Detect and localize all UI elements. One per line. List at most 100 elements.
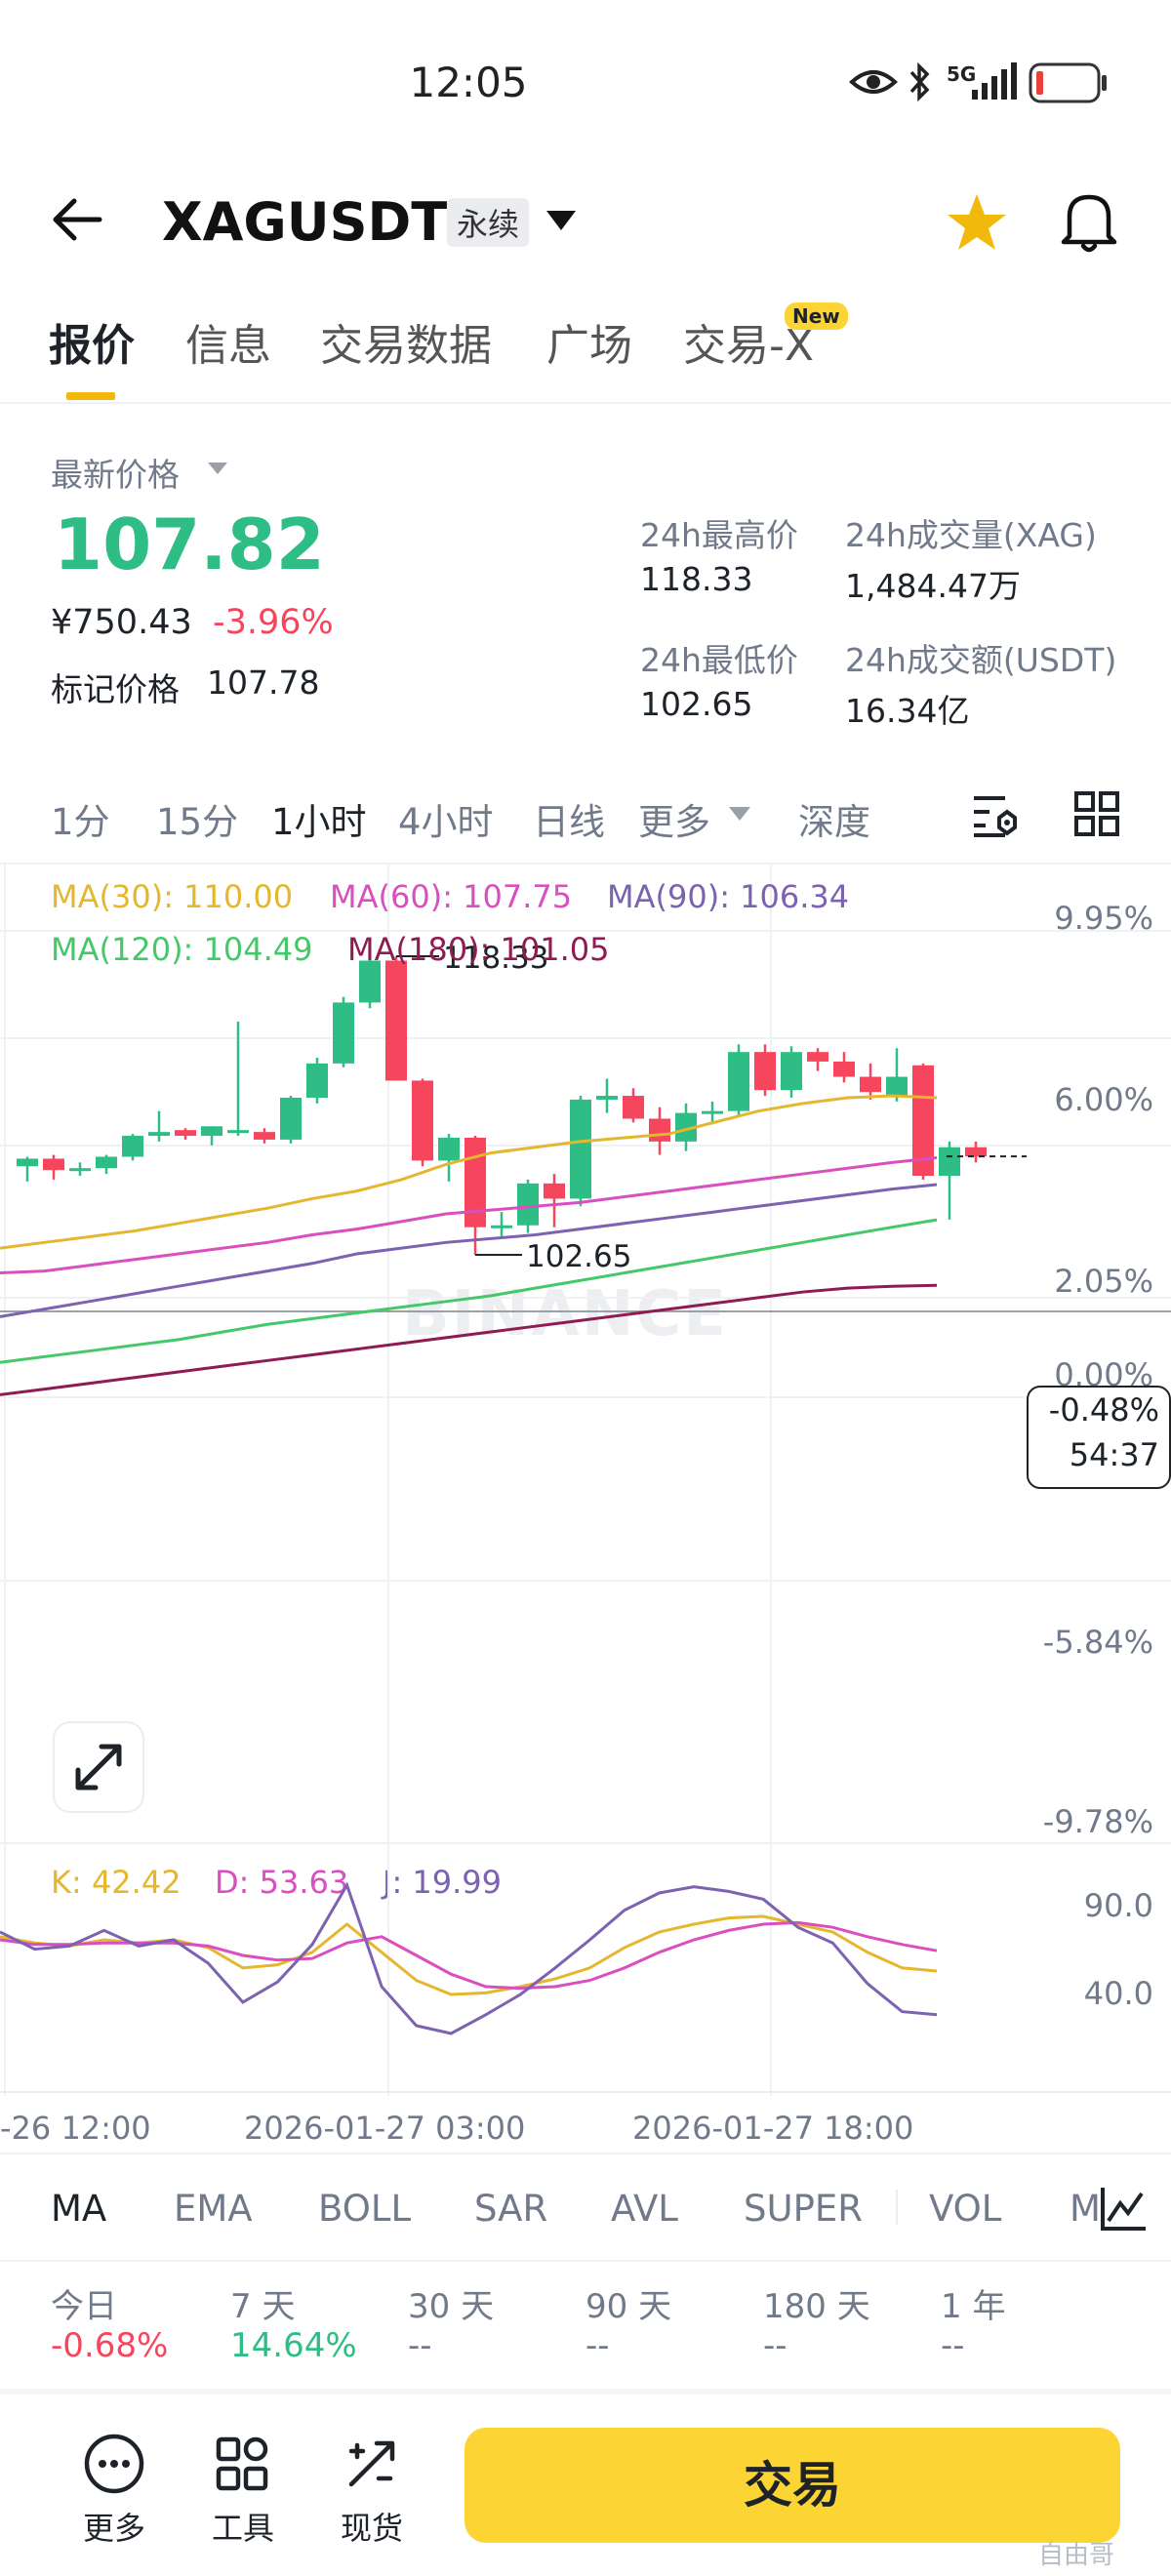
low-24h-label: 24h最低价 xyxy=(640,641,798,679)
price-change-pct: -3.96% xyxy=(213,603,334,642)
indicator-tab-sar[interactable]: SAR xyxy=(474,2188,547,2230)
kdj-chart[interactable] xyxy=(0,1842,1171,2096)
perf-label: 180 天 xyxy=(763,2287,870,2326)
candle-body xyxy=(754,1052,776,1091)
candle-body xyxy=(544,1183,565,1199)
tab-info[interactable]: 信息 xyxy=(185,310,271,373)
status-time: 12:05 xyxy=(409,59,528,106)
perf-value: 14.64% xyxy=(230,2326,357,2365)
indicator-separator xyxy=(896,2190,898,2225)
expand-chart-button[interactable] xyxy=(53,1721,144,1813)
ma90-label: MA(90): 106.34 xyxy=(607,878,850,915)
low-annotation: 102.65 xyxy=(526,1239,631,1274)
price-type-dropdown-icon[interactable] xyxy=(207,462,228,475)
candle-body xyxy=(306,1063,328,1098)
candle-body xyxy=(649,1118,670,1142)
eye-icon xyxy=(849,70,898,94)
indicator-tab-ma[interactable]: MA xyxy=(51,2188,106,2230)
xaxis-divider xyxy=(0,2153,1171,2154)
high-24h-label: 24h最高价 xyxy=(640,516,798,554)
candle-body xyxy=(227,1130,249,1134)
more-dropdown-icon[interactable] xyxy=(728,806,751,822)
candle-body xyxy=(96,1156,117,1169)
candle-body xyxy=(860,1076,881,1093)
ma30-label: MA(30): 110.00 xyxy=(51,878,294,915)
candle-body xyxy=(464,1137,486,1228)
symbol-dropdown-icon[interactable] xyxy=(545,209,578,232)
tab-square[interactable]: 广场 xyxy=(546,310,632,373)
candle-body xyxy=(596,1096,618,1100)
contract-type-badge: 永续 xyxy=(447,198,530,247)
perf-value: -0.68% xyxy=(51,2326,169,2365)
trade-button[interactable]: 交易 xyxy=(464,2428,1120,2543)
more-button[interactable]: 更多 xyxy=(70,2432,158,2549)
candle-body xyxy=(254,1132,275,1140)
y-tick: 2.05% xyxy=(1054,1263,1153,1300)
symbol-title[interactable]: XAGUSDT xyxy=(162,191,447,253)
chart-settings-icon[interactable] xyxy=(972,790,1021,839)
signal-icon xyxy=(972,62,1017,100)
x-tick: 2026-01-27 03:00 xyxy=(244,2110,526,2147)
volume-24h-value: 1,484.47万 xyxy=(845,567,1021,605)
indicator-settings-icon[interactable] xyxy=(1099,2184,1148,2233)
bluetooth-icon xyxy=(909,62,930,101)
tab-quote[interactable]: 报价 xyxy=(49,310,135,373)
perf-label: 7 天 xyxy=(230,2287,296,2326)
perf-label: 90 天 xyxy=(586,2287,672,2326)
perf-value: -- xyxy=(763,2326,787,2365)
interval-depth[interactable]: 深度 xyxy=(798,792,870,845)
layout-grid-icon[interactable] xyxy=(1073,790,1120,837)
candle-body xyxy=(438,1137,460,1161)
more-label: 更多 xyxy=(82,2510,145,2547)
spot-button[interactable]: 现货 xyxy=(328,2432,416,2549)
candle-body xyxy=(517,1183,539,1226)
candle-body xyxy=(939,1147,960,1177)
interval-1d[interactable]: 日线 xyxy=(533,792,605,845)
tabs-divider xyxy=(0,402,1171,404)
indicator-tab-ema[interactable]: EMA xyxy=(174,2188,253,2230)
back-arrow-icon[interactable] xyxy=(51,195,103,244)
turnover-24h-label: 24h成交额(USDT) xyxy=(845,641,1117,679)
candle-body xyxy=(491,1225,512,1228)
candle-body xyxy=(807,1052,828,1062)
corner-watermark: 自由哥 xyxy=(1038,2541,1115,2570)
interval-1h[interactable]: 1小时 xyxy=(271,792,367,845)
indicator-tab-boll[interactable]: BOLL xyxy=(318,2188,411,2230)
candle-countdown: 54:37 xyxy=(1069,1436,1159,1473)
volume-24h-label: 24h成交量(XAG) xyxy=(845,516,1097,554)
candle-body xyxy=(570,1099,591,1199)
interval-4h[interactable]: 4小时 xyxy=(398,792,494,845)
current-change-label: -0.48% xyxy=(1048,1391,1159,1429)
indicator-tab-super[interactable]: SUPER xyxy=(744,2188,863,2230)
y-tick: -9.78% xyxy=(1042,1803,1153,1840)
candle-body xyxy=(17,1158,38,1167)
tools-label: 工具 xyxy=(211,2510,274,2547)
candle-body xyxy=(148,1132,170,1137)
interval-more[interactable]: 更多 xyxy=(638,792,710,845)
indicator-tab-avl[interactable]: AVL xyxy=(611,2188,678,2230)
tab-trading-data[interactable]: 交易数据 xyxy=(320,310,492,373)
perf-value: -- xyxy=(941,2326,965,2365)
candle-body xyxy=(833,1061,855,1077)
last-price-label[interactable]: 最新价格 xyxy=(51,449,180,496)
ma180-label: MA(180): 101.05 xyxy=(347,931,610,968)
spot-label: 现货 xyxy=(340,2510,403,2547)
candle-body xyxy=(728,1052,749,1111)
candlestick-chart[interactable]: 118.33102.65 xyxy=(0,863,1171,1848)
bell-icon[interactable] xyxy=(1058,187,1120,256)
interval-15m[interactable]: 15分 xyxy=(156,792,238,845)
indicator-tab-vol[interactable]: VOL xyxy=(929,2188,1001,2230)
y-tick: 6.00% xyxy=(1054,1081,1153,1118)
low-24h-value: 102.65 xyxy=(640,685,753,723)
tools-button[interactable]: 工具 xyxy=(199,2432,287,2549)
perf-label: 今日 xyxy=(51,2287,117,2326)
interval-1m[interactable]: 1分 xyxy=(51,792,110,845)
favorite-star-icon[interactable] xyxy=(945,191,1009,254)
last-price: 107.82 xyxy=(54,503,325,585)
ma-line-ma180 xyxy=(0,1283,938,1396)
perf-value: -- xyxy=(586,2326,610,2365)
candle-body xyxy=(965,1147,987,1157)
kdj-line-d xyxy=(0,1920,938,1991)
indicator-divider xyxy=(0,2260,1171,2262)
indicator-tab-more[interactable]: M xyxy=(1070,2188,1101,2230)
